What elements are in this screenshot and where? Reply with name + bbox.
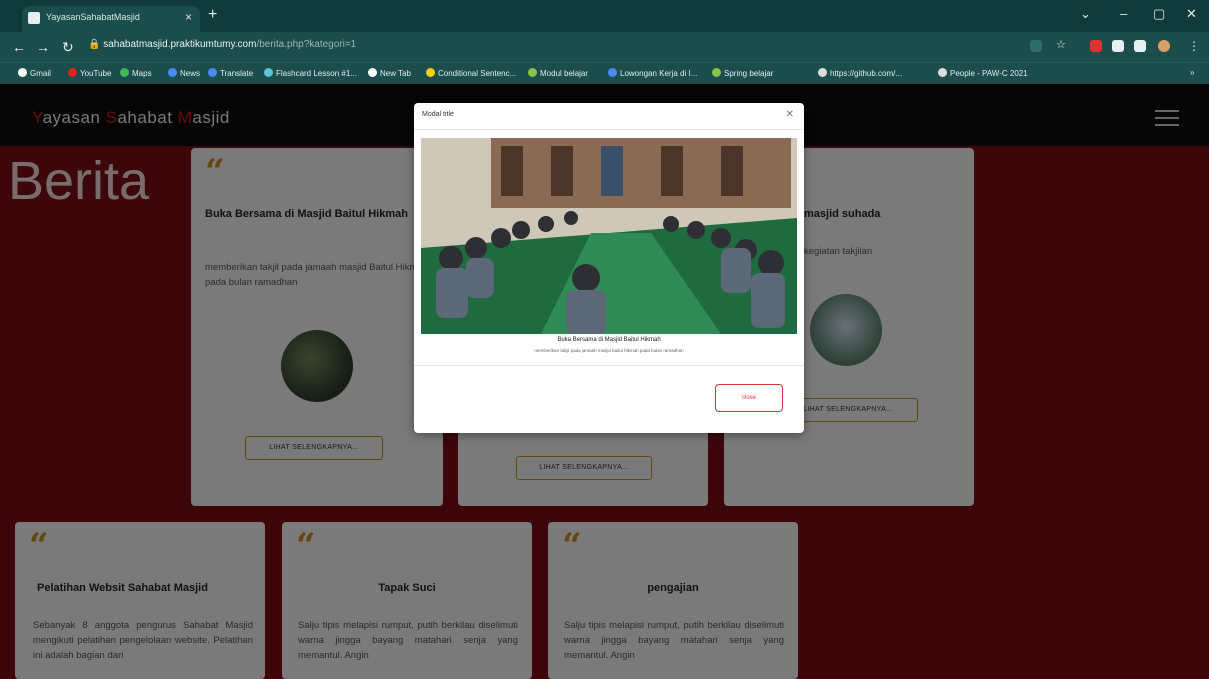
tab-search-icon[interactable]: ⌄: [1080, 6, 1091, 22]
sidepanel-icon[interactable]: [1134, 40, 1146, 52]
share-icon[interactable]: [1030, 40, 1042, 52]
puzzle-icon[interactable]: [1112, 40, 1124, 52]
bookmarks-bar: Gmail YouTube Maps News Translate Flashc…: [0, 62, 1209, 85]
bookmark-item[interactable]: Flashcard Lesson #1...: [264, 68, 357, 78]
event-photo: [421, 138, 797, 334]
tab-title: YayasanSahabatMasjid: [46, 12, 140, 22]
bookmarks-overflow-icon[interactable]: »: [1190, 68, 1194, 77]
bookmark-item[interactable]: Maps: [120, 68, 152, 78]
photo-caption-title: Buka Bersama di Masjid Baitul Hikmah: [557, 337, 661, 343]
bookmark-item[interactable]: New Tab: [368, 68, 411, 78]
maximize-icon[interactable]: ▢: [1153, 6, 1165, 22]
bookmark-item[interactable]: https://github.com/...: [818, 68, 902, 78]
bookmark-item[interactable]: Modul belajar: [528, 68, 588, 78]
event-photo-illustration: [421, 138, 797, 334]
menu-icon[interactable]: ⋮: [1188, 39, 1200, 53]
back-icon[interactable]: ←: [12, 39, 26, 55]
address-bar: ← → ↻ 🔒 sahabatmasjid.praktikumtumy.com/…: [0, 32, 1209, 62]
window-close-icon[interactable]: ✕: [1186, 6, 1197, 22]
bookmark-item[interactable]: Gmail: [18, 68, 51, 78]
browser-tab[interactable]: YayasanSahabatMasjid ×: [22, 6, 200, 32]
modal-header: Modal title ✕: [414, 103, 804, 130]
tab-close-icon[interactable]: ×: [185, 10, 192, 24]
modal-close-icon[interactable]: ✕: [786, 109, 794, 120]
new-tab-icon[interactable]: +: [208, 6, 217, 24]
bookmark-item[interactable]: YouTube: [68, 68, 111, 78]
forward-icon[interactable]: →: [36, 39, 50, 55]
modal-title: Modal title: [422, 111, 454, 118]
bookmark-item[interactable]: Translate: [208, 68, 253, 78]
close-button[interactable]: close: [715, 384, 783, 412]
url-field[interactable]: 🔒 sahabatmasjid.praktikumtumy.com/berita…: [88, 39, 356, 50]
bookmark-item[interactable]: News: [168, 68, 200, 78]
bookmark-star-icon[interactable]: ☆: [1056, 38, 1068, 51]
url-path: /berita.php?kategori=1: [256, 39, 357, 50]
browser-tabbar: YayasanSahabatMasjid × + ⌄ – ▢ ✕: [0, 0, 1209, 32]
photo-caption-desc: memberikan takjil pada jamaah masjid bai…: [534, 348, 684, 353]
url-domain: sahabatmasjid.praktikumtumy.com: [103, 39, 257, 50]
modal-footer: [414, 365, 804, 366]
modal-dialog: Modal title ✕ Buka Bersama di Masjid Bai…: [414, 103, 804, 433]
bookmark-item[interactable]: Spring belajar: [712, 68, 773, 78]
profile-avatar[interactable]: [1158, 40, 1170, 52]
bookmark-item[interactable]: Conditional Sentenc...: [426, 68, 516, 78]
bookmark-item[interactable]: Lowongan Kerja di I...: [608, 68, 697, 78]
extension-icon[interactable]: [1090, 40, 1102, 52]
bookmark-item[interactable]: People - PAW-C 2021: [938, 68, 1028, 78]
site-favicon-icon: [28, 12, 40, 24]
minimize-icon[interactable]: –: [1120, 6, 1127, 21]
reload-icon[interactable]: ↻: [62, 39, 74, 56]
